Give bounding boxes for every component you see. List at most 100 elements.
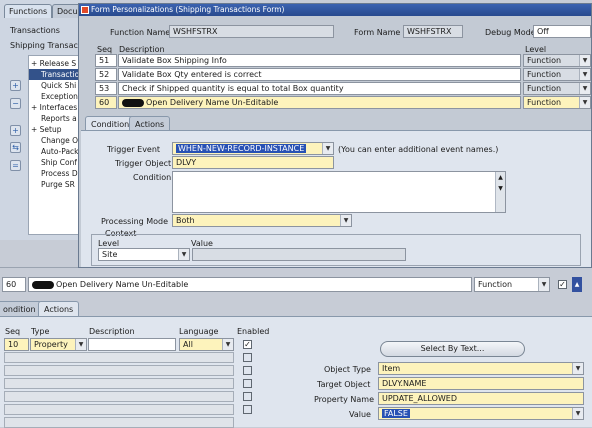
action-enabled-checkbox[interactable] bbox=[243, 353, 252, 362]
trigger-hint: (You can enter additional event names.) bbox=[338, 145, 499, 154]
row-level[interactable]: Function ▼ bbox=[523, 68, 591, 81]
context-value-field[interactable] bbox=[192, 248, 406, 261]
enabled-checkbox[interactable]: ✓ bbox=[558, 280, 567, 289]
tree-item[interactable]: Reports a bbox=[41, 113, 77, 124]
current-row-level[interactable]: Function ▼ bbox=[474, 277, 550, 292]
record-scrollbar[interactable]: ▲ bbox=[572, 277, 582, 292]
tree-item[interactable]: Auto-Pack bbox=[41, 146, 79, 157]
trigger-object-field[interactable]: DLVY bbox=[172, 156, 334, 169]
window-titlebar[interactable]: Form Personalizations (Shipping Transact… bbox=[79, 4, 591, 16]
chevron-down-icon[interactable]: ▼ bbox=[538, 278, 549, 291]
current-row-description[interactable]: Open Delivery Name Un-Editable bbox=[28, 277, 472, 292]
debug-mode-select[interactable]: Off bbox=[533, 25, 591, 38]
row-level-current[interactable]: Function ▼ bbox=[523, 96, 591, 109]
actions-panel: Seq Type Description Language Enabled 10… bbox=[0, 316, 592, 428]
redacted-text-mark bbox=[32, 280, 54, 289]
context-level-select[interactable]: Site ▼ bbox=[98, 248, 190, 261]
form-name-field[interactable]: WSHFSTRX bbox=[403, 25, 463, 38]
col-level-header: Level bbox=[525, 45, 547, 54]
tree-item[interactable]: Quick Shi bbox=[41, 80, 76, 91]
action-enabled-checkbox[interactable] bbox=[243, 379, 252, 388]
value-select[interactable]: FALSE ▼ bbox=[378, 407, 584, 420]
row-description-current[interactable]: Open Delivery Name Un-Editable bbox=[118, 96, 521, 109]
empty-action-row[interactable] bbox=[4, 391, 234, 402]
tree-item[interactable]: Purge SR bbox=[41, 179, 75, 190]
debug-mode-label: Debug Mode bbox=[485, 28, 536, 37]
row-seq[interactable]: 53 bbox=[95, 82, 117, 95]
chevron-down-icon[interactable]: ▼ bbox=[75, 339, 86, 350]
navigator-panel: Functions Docu Transactions Shipping Tra… bbox=[0, 0, 91, 240]
window-icon bbox=[81, 6, 89, 14]
chevron-down-icon[interactable]: ▼ bbox=[340, 215, 351, 226]
target-object-label: Target Object bbox=[317, 380, 371, 389]
empty-action-row[interactable] bbox=[4, 365, 234, 376]
row-level[interactable]: Function ▼ bbox=[523, 82, 591, 95]
chevron-down-icon[interactable]: ▼ bbox=[579, 55, 590, 66]
action-language-select[interactable]: All ▼ bbox=[179, 338, 234, 351]
processing-mode-select[interactable]: Both ▼ bbox=[172, 214, 352, 227]
empty-action-row[interactable] bbox=[4, 404, 234, 415]
chevron-down-icon[interactable]: ▼ bbox=[579, 83, 590, 94]
col-type-header: Type bbox=[31, 327, 50, 336]
tree-item[interactable]: Ship Conf bbox=[41, 157, 77, 168]
nav-shipping-transactions[interactable]: Shipping Transacti bbox=[10, 41, 83, 50]
trigger-object-label: Trigger Object bbox=[115, 159, 172, 168]
tab-condition[interactable]: ondition bbox=[0, 301, 42, 316]
tree-item[interactable]: + Release S bbox=[31, 58, 76, 69]
function-name-field[interactable]: WSHFSTRX bbox=[169, 25, 334, 38]
expand-all-icon[interactable]: ⇆ bbox=[10, 142, 21, 153]
collapse-all-icon[interactable]: = bbox=[10, 160, 21, 171]
tab-functions[interactable]: Functions bbox=[4, 4, 53, 18]
row-seq[interactable]: 51 bbox=[95, 54, 117, 67]
tree-item[interactable]: + Setup bbox=[31, 124, 62, 135]
action-enabled-checkbox[interactable] bbox=[243, 392, 252, 401]
action-seq[interactable]: 10 bbox=[4, 338, 29, 351]
chevron-down-icon[interactable]: ▼ bbox=[178, 249, 189, 260]
row-description[interactable]: Validate Box Shipping Info bbox=[118, 54, 521, 67]
window-title: Form Personalizations (Shipping Transact… bbox=[91, 5, 285, 14]
action-enabled-checkbox[interactable] bbox=[243, 405, 252, 414]
action-enabled-checkbox[interactable] bbox=[243, 366, 252, 375]
condition-textarea[interactable]: ▲ ▼ bbox=[172, 171, 506, 213]
expand-branch-icon[interactable]: + bbox=[10, 125, 21, 136]
tab-actions[interactable]: Actions bbox=[38, 301, 80, 316]
action-enabled-checkbox[interactable]: ✓ bbox=[243, 340, 252, 349]
condition-label: Condition bbox=[133, 173, 172, 182]
property-name-field[interactable]: UPDATE_ALLOWED bbox=[378, 392, 584, 405]
scroll-arrows-icon[interactable]: ▲ ▼ bbox=[495, 172, 505, 212]
col-seq-header: Seq bbox=[5, 327, 21, 336]
empty-action-row[interactable] bbox=[4, 352, 234, 363]
row-seq[interactable]: 52 bbox=[95, 68, 117, 81]
tree-item[interactable]: Process D bbox=[41, 168, 78, 179]
function-name-label: Function Name bbox=[110, 28, 171, 37]
trigger-event-label: Trigger Event bbox=[107, 145, 161, 154]
nav-transactions[interactable]: Transactions bbox=[10, 26, 60, 35]
row-level[interactable]: Function ▼ bbox=[523, 54, 591, 67]
tree-item[interactable]: + Interfaces bbox=[31, 102, 77, 113]
row-description[interactable]: Validate Box Qty entered is correct bbox=[118, 68, 521, 81]
empty-action-row[interactable] bbox=[4, 417, 234, 428]
chevron-down-icon[interactable]: ▼ bbox=[572, 363, 583, 374]
chevron-down-icon[interactable]: ▼ bbox=[222, 339, 233, 350]
action-description-field[interactable] bbox=[88, 338, 176, 351]
tree-item[interactable]: Exception bbox=[41, 91, 78, 102]
tab-condition[interactable]: Condition bbox=[85, 116, 136, 131]
select-by-text-button[interactable]: Select By Text... bbox=[380, 341, 525, 357]
action-type-select[interactable]: Property ▼ bbox=[30, 338, 87, 351]
col-language-header: Language bbox=[179, 327, 219, 336]
chevron-down-icon[interactable]: ▼ bbox=[579, 69, 590, 80]
current-row-seq[interactable]: 60 bbox=[2, 277, 26, 292]
chevron-down-icon[interactable]: ▼ bbox=[322, 143, 333, 154]
collapse-icon[interactable]: − bbox=[10, 98, 21, 109]
row-description[interactable]: Check if Shipped quantity is equal to to… bbox=[118, 82, 521, 95]
trigger-event-field[interactable]: WHEN-NEW-RECORD-INSTANCE ▼ bbox=[172, 142, 334, 155]
row-seq-current[interactable]: 60 bbox=[95, 96, 117, 109]
empty-action-row[interactable] bbox=[4, 378, 234, 389]
tab-actions[interactable]: Actions bbox=[129, 116, 171, 131]
chevron-down-icon[interactable]: ▼ bbox=[572, 408, 583, 419]
tree-item[interactable]: Change O bbox=[41, 135, 78, 146]
chevron-down-icon[interactable]: ▼ bbox=[579, 97, 590, 108]
object-type-select[interactable]: Item ▼ bbox=[378, 362, 584, 375]
target-object-field[interactable]: DLVY.NAME bbox=[378, 377, 584, 390]
expand-icon[interactable]: + bbox=[10, 80, 21, 91]
